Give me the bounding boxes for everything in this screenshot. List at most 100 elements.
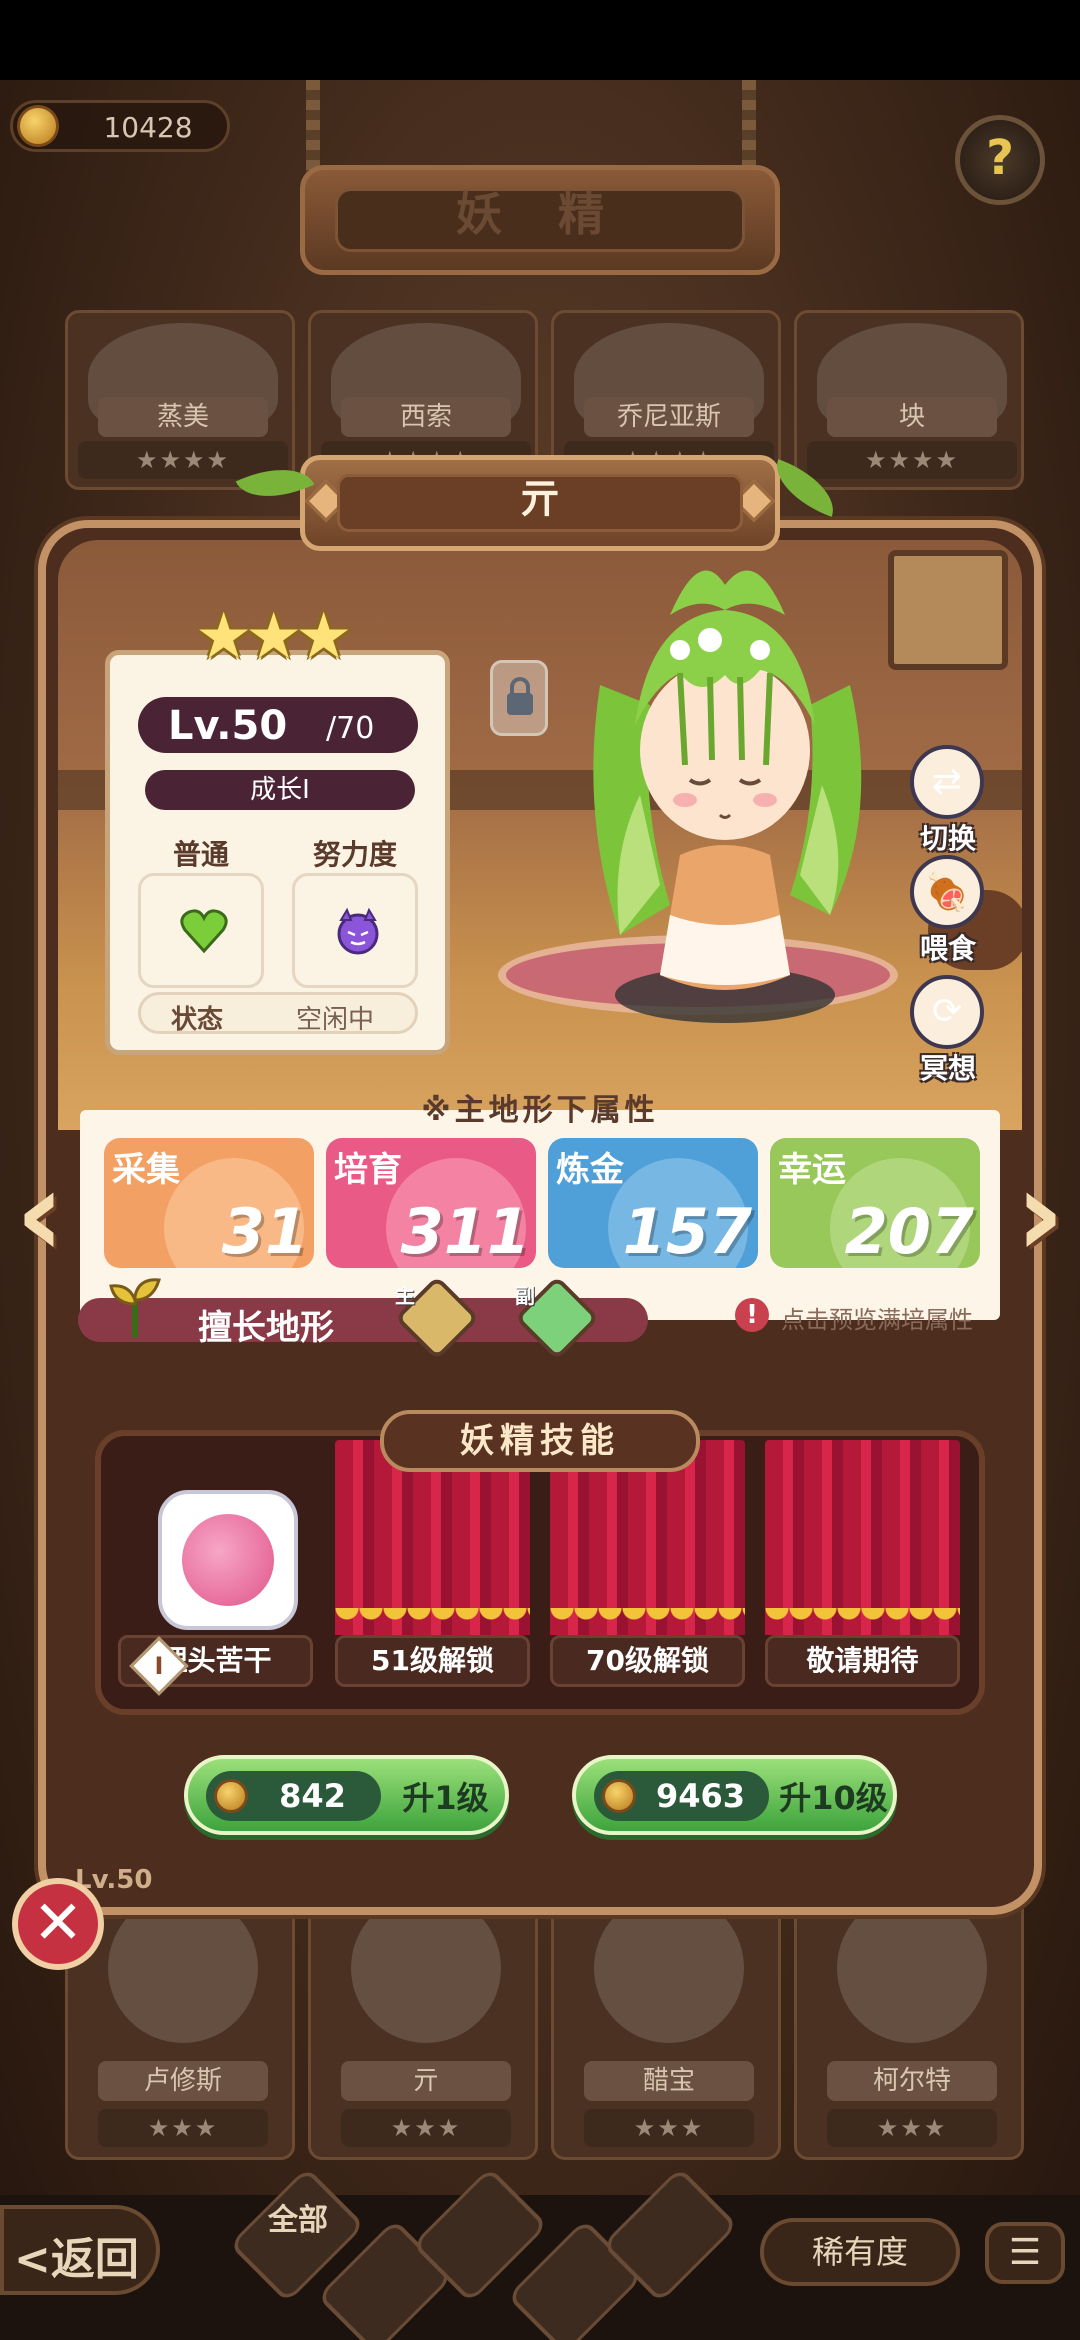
upgrade-label: 升10级 (779, 1779, 888, 1817)
roster-card[interactable]: 坱 ★★★★ (794, 310, 1024, 490)
fairy-name-banner: 亓 (300, 455, 780, 551)
help-button[interactable]: ? (955, 115, 1045, 205)
roster-stars: ★★★★ (807, 441, 1017, 479)
roster-stars: ★★★ (98, 2109, 268, 2147)
status-row: 状态 空闲中 (138, 992, 418, 1035)
level-value: Lv.50 (168, 703, 288, 749)
sort-button[interactable]: ☰ (985, 2222, 1065, 2284)
fairy-portrait (108, 1893, 258, 2043)
currency-value: 10428 (103, 111, 193, 144)
status-key: 状态 (171, 1005, 224, 1035)
next-arrow-button[interactable]: › (1005, 1145, 1075, 1284)
skill-label: 敬请期待 (806, 1644, 919, 1677)
close-button[interactable]: ✕ (12, 1878, 104, 1970)
close-icon: ✕ (32, 1888, 84, 1958)
preview-text: 点击预览满培属性 (781, 1306, 973, 1334)
fairy-info-card: Lv.50 /70 成长I 普通 努力度 状态 空闲中 (105, 650, 450, 1055)
attr-label: 炼金 (556, 1150, 624, 1190)
question-icon: ? (986, 130, 1014, 186)
upgrade-10-button[interactable]: 9463 升10级 (572, 1755, 897, 1835)
fairy-portrait (351, 1893, 501, 2043)
skill-slot-3[interactable]: 70级解锁 (550, 1440, 745, 1690)
attr-label: 幸运 (778, 1150, 846, 1190)
chevron-right-icon: › (1015, 1145, 1065, 1284)
list-icon: ☰ (1008, 2232, 1042, 2273)
attr-gather[interactable]: 采集 31 (104, 1138, 314, 1268)
fairy-name: 亓 (520, 476, 560, 522)
skill-slot-2[interactable]: 51级解锁 (335, 1440, 530, 1690)
chevron-left-icon: ‹ (15, 1145, 65, 1284)
roster-name: 蒸美 (98, 397, 268, 437)
max-level: /70 (326, 711, 375, 746)
sprout-icon (109, 1278, 161, 1338)
meat-icon: 🍖 (924, 872, 970, 913)
skill-slot-1[interactable]: 埋头苦干 I (118, 1440, 313, 1696)
coin-icon (214, 1779, 248, 1813)
fairy-portrait (594, 1893, 744, 2043)
rarity-label: 普通 (172, 838, 229, 871)
upgrade-cost: 842 (279, 1777, 346, 1815)
main-terrain-badge[interactable]: 主 (394, 1275, 485, 1361)
switch-button[interactable]: ⇄ 切换 (898, 745, 998, 865)
rarity-label: 稀有度 (811, 2233, 908, 2271)
roster-name: 亓 (341, 2061, 511, 2101)
attr-value: 311 (400, 1195, 530, 1268)
attr-label: 培育 (334, 1150, 402, 1190)
upgrade-1-button[interactable]: 842 升1级 (184, 1755, 509, 1835)
skill-slot-4[interactable]: 敬请期待 (765, 1440, 960, 1690)
feed-button[interactable]: 🍖 喂食 (898, 855, 998, 975)
status-bar (0, 0, 1080, 80)
growth-label: 成长I (145, 770, 415, 810)
star-icon: ★ (195, 600, 253, 674)
fairy-character[interactable] (560, 555, 890, 1025)
currency-display: 10428 (10, 100, 230, 152)
effort-box[interactable]: 努力度 (292, 833, 418, 988)
filter-all-label: 全部 (268, 2203, 328, 2238)
heart-icon (180, 909, 228, 954)
title-board: 妖 精 (300, 165, 780, 275)
roster-name: 西索 (341, 397, 511, 437)
lock-icon[interactable] (490, 660, 548, 736)
page-title: 妖 精 (455, 187, 624, 241)
roster-name: 醋宝 (584, 2061, 754, 2101)
attr-value: 31 (221, 1195, 308, 1268)
coin-icon (602, 1779, 636, 1813)
rarity-box[interactable]: 普通 (138, 833, 264, 988)
star-icon: ★ (245, 600, 303, 674)
switch-icon: ⇄ (931, 761, 963, 802)
curtain-icon (765, 1440, 960, 1635)
back-label: <返回 (14, 2234, 139, 2285)
attr-value: 207 (844, 1195, 974, 1268)
fairy-portrait (837, 1893, 987, 2043)
star-rating: ★ ★ ★ (195, 600, 352, 674)
attr-value: 157 (622, 1195, 752, 1268)
meditate-button[interactable]: ⟳ 冥想 (898, 975, 998, 1095)
roster-name: 柯尔特 (827, 2061, 997, 2101)
attr-luck[interactable]: 幸运 207 (770, 1138, 980, 1268)
back-button[interactable]: <返回 (0, 2205, 160, 2295)
roster-name: 乔尼亚斯 (584, 397, 754, 437)
status-value: 空闲中 (296, 1005, 375, 1035)
smile-skill-icon (158, 1490, 298, 1630)
roster-name: 卢修斯 (98, 2061, 268, 2101)
star-icon: ★ (295, 600, 353, 674)
roster-stars: ★★★ (827, 2109, 997, 2147)
coin-icon (17, 105, 59, 147)
sub-terrain-badge[interactable]: 副 (514, 1275, 605, 1361)
roster-name: 坱 (827, 397, 997, 437)
swirl-icon: ⟳ (931, 991, 963, 1032)
roster-stars: ★★★ (341, 2109, 511, 2147)
alert-icon: ! (735, 1298, 769, 1332)
skills-title: 妖精技能 (380, 1410, 700, 1472)
rarity-sort-button[interactable]: 稀有度 (760, 2218, 960, 2286)
skill-label: 51级解锁 (371, 1644, 494, 1677)
roster-card[interactable]: 蒸美 ★★★★ (65, 310, 295, 490)
devil-icon (337, 907, 379, 955)
attr-alchemy[interactable]: 炼金 157 (548, 1138, 758, 1268)
prev-arrow-button[interactable]: ‹ (5, 1145, 75, 1284)
upgrade-label: 升1级 (402, 1779, 489, 1817)
switch-label: 切换 (919, 822, 976, 855)
level-bar: Lv.50 /70 (138, 697, 418, 753)
skill-label: 70级解锁 (586, 1644, 709, 1677)
attr-nurture[interactable]: 培育 311 (326, 1138, 536, 1268)
